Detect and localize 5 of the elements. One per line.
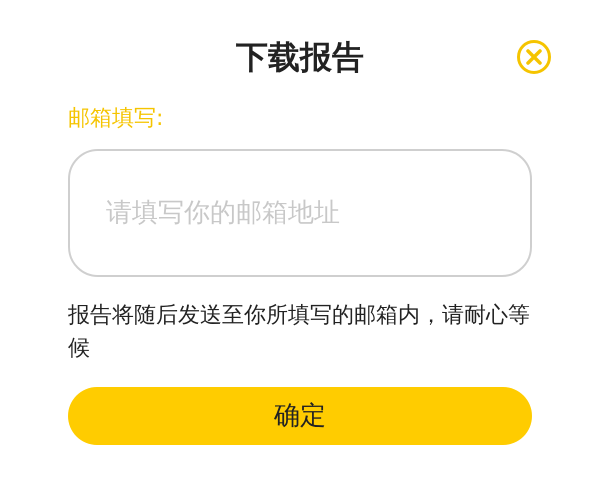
- close-icon[interactable]: [516, 39, 552, 75]
- confirm-button[interactable]: 确定: [68, 387, 532, 445]
- dialog-title: 下载报告: [236, 37, 364, 78]
- email-label: 邮箱填写:: [68, 105, 164, 133]
- notice-text: 报告将随后发送至你所填写的邮箱内，请耐心等候: [68, 302, 531, 363]
